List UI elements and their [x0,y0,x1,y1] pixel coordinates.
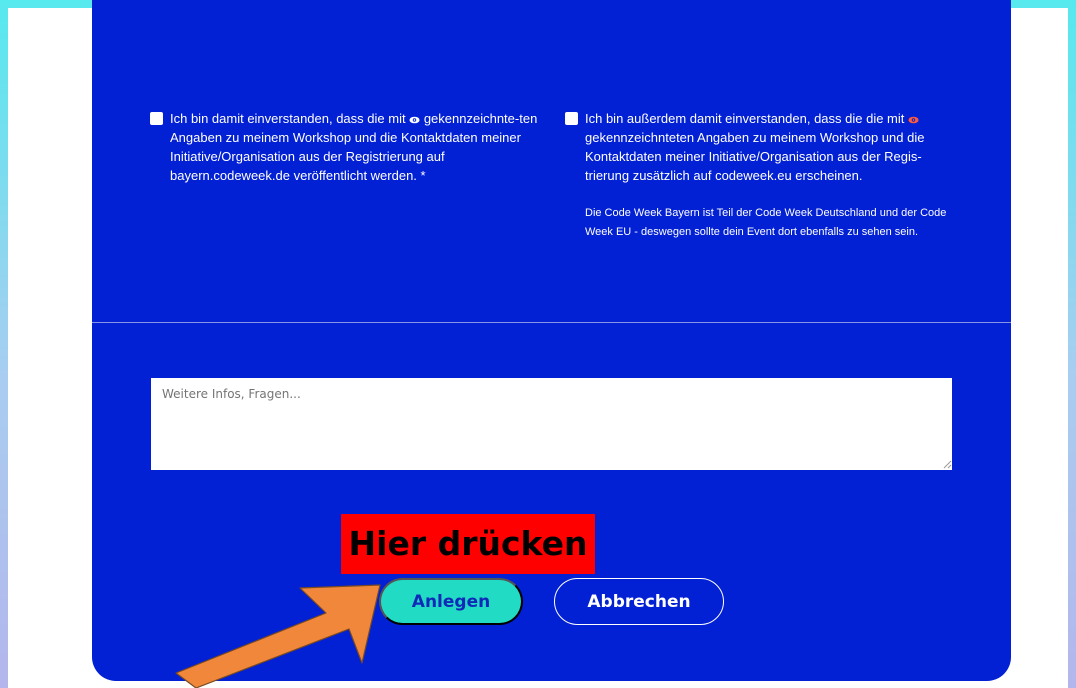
consent-bayern-checkbox[interactable] [150,112,163,125]
resize-handle-icon[interactable] [942,459,952,469]
section-divider [92,322,1011,323]
hint-label: Hier drücken [341,514,595,574]
consent-codeweek-eu: Ich bin außerdem damit einverstanden, da… [565,109,955,242]
eye-icon [409,116,420,124]
submit-button[interactable]: Anlegen [379,578,523,625]
consent-bayern: Ich bin damit einverstanden, dass die mi… [150,109,540,185]
consent-codeweek-eu-text: Ich bin außerdem damit einverstanden, da… [585,111,925,183]
consent-codeweek-eu-checkbox[interactable] [565,112,578,125]
arrow-icon [175,584,381,688]
consent-bayern-text: Ich bin damit einverstanden, dass die mi… [170,111,538,183]
codeweek-info-note: Die Code Week Bayern ist Teil der Code W… [585,207,947,238]
eye-icon [908,116,919,124]
cancel-button[interactable]: Abbrechen [554,578,724,625]
comment-textarea[interactable] [151,378,952,470]
